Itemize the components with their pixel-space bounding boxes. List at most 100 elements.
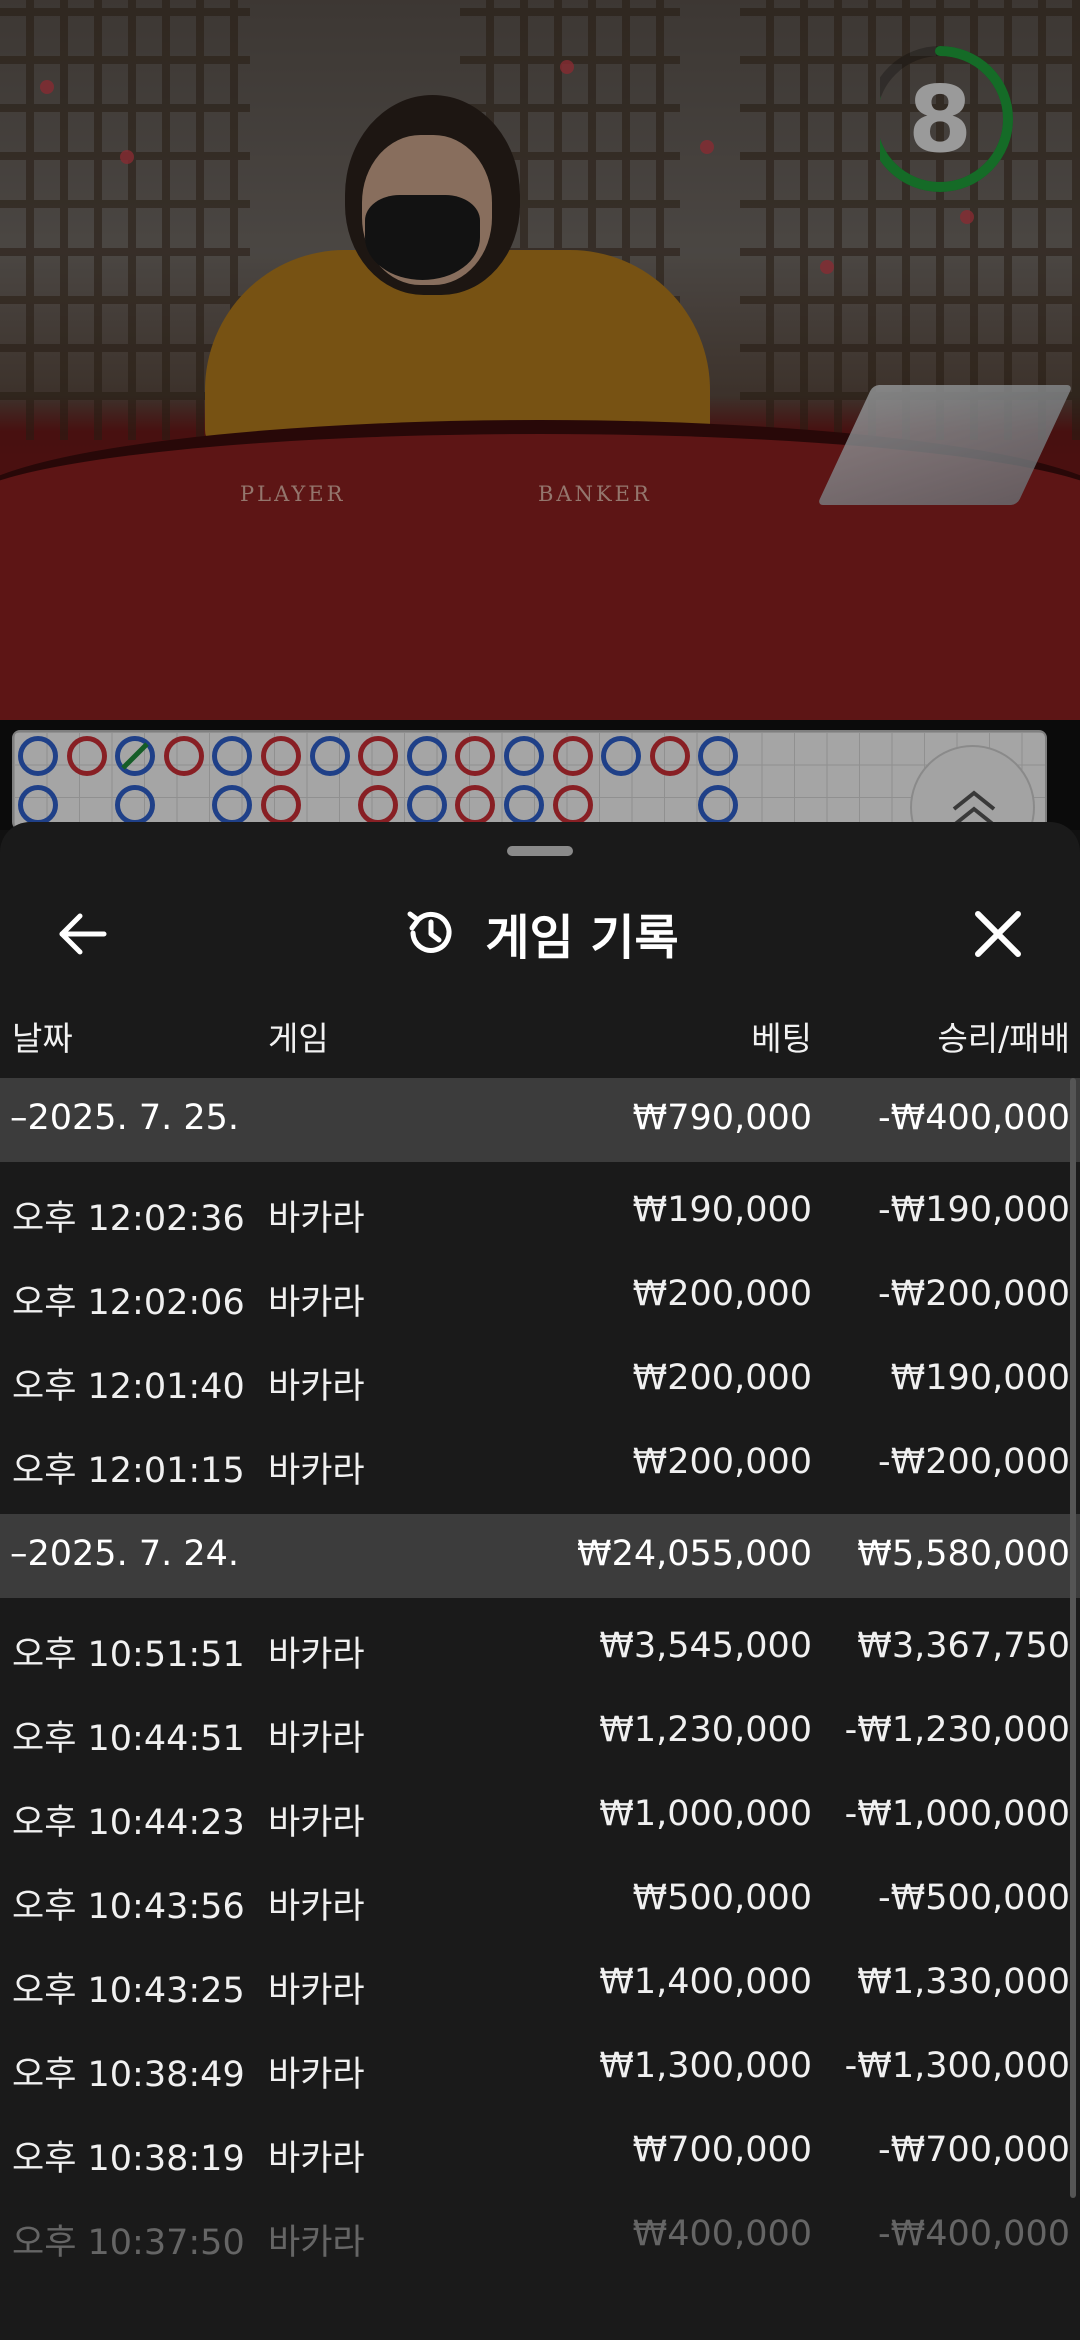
player-bead (406, 736, 447, 776)
banker-bead (552, 736, 593, 776)
group-result-total: ₩5,580,000 (857, 1534, 1070, 1574)
banker-bead (358, 736, 399, 776)
row-game: 바카라 (268, 1971, 365, 2011)
sheet-grabber[interactable] (507, 846, 573, 856)
player-bead (309, 736, 350, 776)
row-time: 오후 12:02:36 (12, 1199, 245, 1239)
player-bead (698, 784, 739, 825)
row-result: ₩1,330,000 (857, 1962, 1070, 2002)
close-icon (975, 911, 1021, 957)
row-game: 바카라 (268, 1803, 365, 1843)
history-row[interactable]: 오후 12:02:06 바카라 ₩200,000 -₩200,000 (0, 1254, 1080, 1338)
row-result: -₩190,000 (878, 1190, 1070, 1230)
player-bead (406, 784, 447, 825)
player-bead (212, 784, 253, 825)
player-felt-label: PLAYER (240, 482, 346, 506)
history-list[interactable]: –2025. 7. 25. ₩790,000 -₩400,000 오후 12:0… (0, 1078, 1080, 2286)
player-bead (212, 736, 253, 776)
bead-road[interactable] (12, 730, 1047, 830)
live-video[interactable]: PLAYER BANKER 8 (0, 0, 1080, 720)
game-history-sheet: 게임 기록 날짜 게임 베팅 승리/패배 –2025. 7. 25. ₩790,… (0, 822, 1080, 2340)
row-result: -₩1,230,000 (844, 1710, 1070, 1750)
player-bead (115, 784, 156, 825)
row-game: 바카라 (268, 1367, 365, 1407)
group-date: –2025. 7. 24. (10, 1534, 240, 1574)
row-result: -₩1,000,000 (844, 1794, 1070, 1834)
blossom-decoration (700, 140, 714, 154)
history-row[interactable]: 오후 10:37:50 바카라 ₩400,000 -₩400,000 (0, 2194, 1080, 2278)
group-bet-total: ₩24,055,000 (576, 1534, 812, 1574)
row-game: 바카라 (268, 1283, 365, 1323)
row-bet: ₩3,545,000 (599, 1626, 812, 1666)
row-result: ₩190,000 (890, 1358, 1070, 1398)
banker-bead (163, 736, 204, 776)
row-game: 바카라 (268, 1719, 365, 1759)
countdown-timer: 8 (867, 42, 1035, 197)
row-bet: ₩1,230,000 (599, 1710, 812, 1750)
row-game: 바카라 (268, 1635, 365, 1675)
table-header: 날짜 게임 베팅 승리/패배 (0, 1002, 1080, 1062)
sheet-title-group: 게임 기록 (0, 898, 1080, 968)
group-date: –2025. 7. 25. (10, 1098, 240, 1138)
banker-bead (552, 784, 593, 825)
blossom-decoration (560, 60, 574, 74)
row-bet: ₩1,000,000 (599, 1794, 812, 1834)
player-bead (504, 784, 544, 825)
column-result: 승리/패배 (937, 1019, 1070, 1058)
group-result-total: -₩400,000 (878, 1098, 1070, 1138)
banker-felt-label: BANKER (538, 482, 652, 506)
row-time: 오후 10:44:23 (12, 1803, 245, 1843)
history-row[interactable]: 오후 10:38:49 바카라 ₩1,300,000 -₩1,300,000 (0, 2026, 1080, 2110)
row-time: 오후 10:43:56 (12, 1887, 245, 1927)
history-row[interactable]: 오후 10:38:19 바카라 ₩700,000 -₩700,000 (0, 2110, 1080, 2194)
row-result: -₩200,000 (878, 1442, 1070, 1482)
history-row[interactable]: 오후 10:43:25 바카라 ₩1,400,000 ₩1,330,000 (0, 1942, 1080, 2026)
row-time: 오후 10:38:49 (12, 2055, 245, 2095)
row-game: 바카라 (268, 1199, 365, 1239)
row-bet: ₩200,000 (632, 1442, 812, 1482)
player-bead (18, 736, 58, 776)
row-game: 바카라 (268, 1451, 365, 1491)
row-result: -₩1,300,000 (844, 2046, 1070, 2086)
banker-bead (261, 784, 301, 825)
player-bead (18, 784, 58, 825)
dealer-mask (365, 195, 480, 280)
row-bet: ₩500,000 (632, 1878, 812, 1918)
close-button[interactable] (966, 902, 1030, 966)
row-bet: ₩400,000 (632, 2214, 812, 2254)
history-row[interactable]: 오후 10:43:56 바카라 ₩500,000 -₩500,000 (0, 1858, 1080, 1942)
row-result: -₩200,000 (878, 1274, 1070, 1314)
row-time: 오후 12:02:06 (12, 1283, 245, 1323)
blossom-decoration (120, 150, 134, 164)
history-scrollbar[interactable] (1070, 1078, 1076, 2198)
row-time: 오후 10:44:51 (12, 1719, 245, 1759)
player-bead (698, 736, 739, 776)
history-row[interactable]: 오후 10:44:51 바카라 ₩1,230,000 -₩1,230,000 (0, 1690, 1080, 1774)
banker-bead (66, 736, 107, 776)
row-game: 바카라 (268, 2139, 365, 2179)
date-group-row[interactable]: –2025. 7. 25. ₩790,000 -₩400,000 (0, 1078, 1080, 1162)
banker-bead (261, 736, 301, 776)
sheet-title: 게임 기록 (485, 910, 679, 966)
sheet-header: 게임 기록 (0, 872, 1080, 982)
column-bet: 베팅 (751, 1019, 812, 1058)
player-bead (601, 736, 642, 776)
history-row[interactable]: 오후 10:44:23 바카라 ₩1,000,000 -₩1,000,000 (0, 1774, 1080, 1858)
banker-bead (455, 784, 496, 825)
row-result: ₩3,367,750 (857, 1626, 1070, 1666)
row-bet: ₩200,000 (632, 1274, 812, 1314)
tie-bead (115, 736, 156, 776)
blossom-decoration (820, 260, 834, 274)
row-game: 바카라 (268, 2055, 365, 2095)
history-row[interactable]: 오후 12:01:15 바카라 ₩200,000 -₩200,000 (0, 1422, 1080, 1506)
history-row[interactable]: 오후 12:02:36 바카라 ₩190,000 -₩190,000 (0, 1170, 1080, 1254)
history-row[interactable]: 오후 10:51:51 바카라 ₩3,545,000 ₩3,367,750 (0, 1606, 1080, 1690)
column-game: 게임 (268, 1019, 329, 1058)
row-time: 오후 10:51:51 (12, 1635, 245, 1675)
row-result: -₩700,000 (878, 2130, 1070, 2170)
row-result: -₩400,000 (878, 2214, 1070, 2254)
blossom-decoration (960, 210, 974, 224)
row-game: 바카라 (268, 2223, 365, 2263)
date-group-row[interactable]: –2025. 7. 24. ₩24,055,000 ₩5,580,000 (0, 1514, 1080, 1598)
history-row[interactable]: 오후 12:01:40 바카라 ₩200,000 ₩190,000 (0, 1338, 1080, 1422)
